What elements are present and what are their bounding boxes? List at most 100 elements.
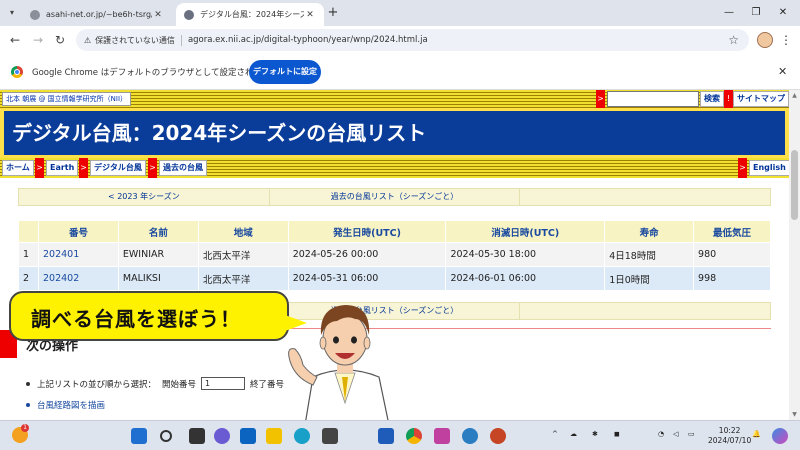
chrome-logo-icon	[11, 66, 23, 78]
windows-taskbar: 1 ^ ☁ ✱ ◼ ◔ ◁ ▭ 10:22 2024/07/10 🔔	[0, 420, 800, 450]
tab-title: デジタル台風：2024年シーズンの台	[200, 10, 304, 19]
app-icon[interactable]	[322, 428, 338, 444]
table-header-index	[18, 220, 39, 243]
edge-icon[interactable]	[294, 428, 310, 444]
close-tab-icon[interactable]: ✕	[152, 10, 164, 20]
search-icon[interactable]	[160, 430, 172, 442]
search-button[interactable]: 検索	[700, 91, 724, 107]
chrome-icon[interactable]	[406, 428, 422, 444]
table-header: 発生日時(UTC)	[287, 220, 447, 243]
page-title: デジタル台風：2024年シーズンの台風リスト	[4, 111, 785, 155]
hpb-icon[interactable]	[434, 428, 450, 444]
typhoon-name: EWINIAR	[117, 242, 199, 267]
minimize-icon[interactable]: —	[722, 6, 736, 20]
table-header-row: 番号 名前 地域 発生日時(UTC) 消滅日時(UTC) 寿命 最低気圧	[18, 220, 771, 243]
reload-icon[interactable]: ↻	[53, 33, 67, 47]
row-index: 1	[18, 242, 39, 267]
profile-avatar[interactable]	[757, 32, 773, 48]
next-season-cell	[520, 303, 770, 319]
track-map-link[interactable]: 台風経路図を描画	[37, 399, 105, 411]
clock-date: 2024/07/10	[708, 436, 752, 445]
breadcrumb-earth[interactable]: Earth	[46, 160, 79, 176]
typhoon-lifetime: 4日18時間	[604, 242, 695, 267]
start-number-input[interactable]: 1	[201, 377, 246, 390]
scroll-thumb[interactable]	[791, 150, 798, 220]
clock-time: 10:22	[718, 426, 741, 435]
notification-bell-icon[interactable]: 🔔	[752, 430, 761, 438]
typhoon-lifetime: 1日0時間	[604, 266, 695, 291]
file-explorer-icon[interactable]	[266, 428, 282, 444]
breadcrumb-home[interactable]: ホーム	[2, 160, 34, 176]
table-header: 地域	[197, 220, 289, 243]
security-label[interactable]: 保護されていない通信	[95, 34, 182, 46]
volume-icon[interactable]: ◁	[673, 430, 678, 438]
breadcrumb-past-typhoons[interactable]: 過去の台風	[159, 160, 207, 176]
cloud-icon[interactable]: ☁	[570, 430, 577, 438]
taskbar-clock[interactable]: 10:22 2024/07/10	[708, 426, 751, 446]
breadcrumb-separator: >	[738, 158, 747, 178]
typhoon-number-link[interactable]: 202401	[37, 242, 119, 267]
title-banner: デジタル台風：2024年シーズンの台風リスト	[0, 108, 789, 158]
track-link-row: 台風経路図を描画	[26, 399, 105, 411]
page-scrollbar[interactable]: ▲ ▼	[789, 90, 800, 420]
scroll-up-icon[interactable]: ▲	[791, 92, 798, 99]
bookmark-star-icon[interactable]: ☆	[728, 33, 739, 47]
copilot-icon[interactable]	[772, 428, 788, 444]
prev-season-link[interactable]: < 2023 年シーズン	[19, 189, 270, 205]
tab-search-icon[interactable]: ▾	[6, 7, 18, 19]
outlook-icon[interactable]	[240, 428, 256, 444]
new-tab-button[interactable]: +	[326, 6, 340, 20]
next-season-cell	[520, 189, 770, 205]
sort-prefix-label: 上記リストの並び順から選択：	[37, 379, 157, 390]
typhoon-end: 2024-06-01 06:00	[445, 266, 606, 291]
tray-chevron-icon[interactable]: ^	[552, 430, 558, 438]
scroll-down-icon[interactable]: ▼	[791, 411, 798, 418]
typhoon-start: 2024-05-26 00:00	[287, 242, 447, 267]
globe-icon	[30, 9, 40, 20]
close-tab-icon[interactable]: ✕	[304, 10, 316, 20]
typhoon-name: MALIKSI	[117, 266, 199, 291]
notification-badge: 1	[21, 424, 29, 432]
table-header: 最低気圧	[693, 220, 771, 243]
sitemap-button[interactable]: サイトマップ	[733, 91, 789, 107]
site-search-input[interactable]	[607, 91, 699, 107]
set-default-button[interactable]: デフォルトに設定	[249, 60, 321, 84]
tab-title: asahi-net.or.jp/~be6h-tsrg/	[46, 10, 152, 19]
breadcrumb-separator: >	[79, 158, 88, 178]
tab-asahi[interactable]: asahi-net.or.jp/~be6h-tsrg/ ✕	[22, 3, 172, 26]
typhoon-number-link[interactable]: 202402	[37, 266, 119, 291]
powerpoint-icon[interactable]	[490, 428, 506, 444]
breadcrumb-separator: >	[35, 158, 44, 178]
season-list-link[interactable]: 過去の台風リスト（シーズンごと）	[270, 189, 521, 205]
breadcrumb-digital-typhoon[interactable]: デジタル台風	[90, 160, 146, 176]
red-arrow-icon: >	[596, 90, 605, 108]
table-row[interactable]: 1 202401 EWINIAR 北西太平洋 2024-05-26 00:00 …	[18, 242, 771, 267]
user-link[interactable]: 北本 朝展 @ 国立情報学研究所（NII）	[2, 92, 132, 106]
adobe-icon[interactable]: ◼	[614, 430, 620, 438]
word-icon[interactable]	[378, 428, 394, 444]
network-icon[interactable]: ◔	[658, 430, 664, 438]
bluetooth-icon[interactable]: ✱	[592, 430, 598, 438]
back-icon[interactable]: ←	[8, 33, 22, 47]
battery-icon[interactable]: ▭	[688, 430, 695, 438]
warning-icon: ⚠	[84, 35, 92, 45]
close-window-icon[interactable]: ✕	[776, 6, 790, 20]
forward-icon[interactable]: →	[31, 33, 45, 47]
url-text[interactable]: agora.ex.nii.ac.jp/digital-typhoon/year/…	[188, 35, 428, 45]
tab-digital-typhoon[interactable]: デジタル台風：2024年シーズンの台 ✕	[176, 3, 324, 26]
start-windows-icon[interactable]	[131, 428, 147, 444]
typhoon-end: 2024-05-30 18:00	[445, 242, 606, 267]
english-link[interactable]: English	[749, 160, 789, 176]
typhoon-pressure: 998	[693, 266, 771, 291]
infobar-close-icon[interactable]: ✕	[778, 65, 787, 78]
task-view-icon[interactable]	[189, 428, 205, 444]
site-top-bar: 北本 朝展 @ 国立情報学研究所（NII） > 検索 ! サイトマップ	[0, 90, 789, 108]
globe-app-icon[interactable]	[462, 428, 478, 444]
address-bar[interactable]: ⚠ 保護されていない通信 agora.ex.nii.ac.jp/digital-…	[76, 29, 749, 51]
more-menu-icon[interactable]: ⋮	[780, 31, 792, 49]
info-icon	[184, 9, 194, 20]
bullet-icon	[26, 403, 30, 407]
chat-app-icon[interactable]	[214, 428, 230, 444]
speech-callout: 調べる台風を選ぼう！	[9, 291, 289, 341]
restore-icon[interactable]: ❐	[749, 6, 763, 20]
